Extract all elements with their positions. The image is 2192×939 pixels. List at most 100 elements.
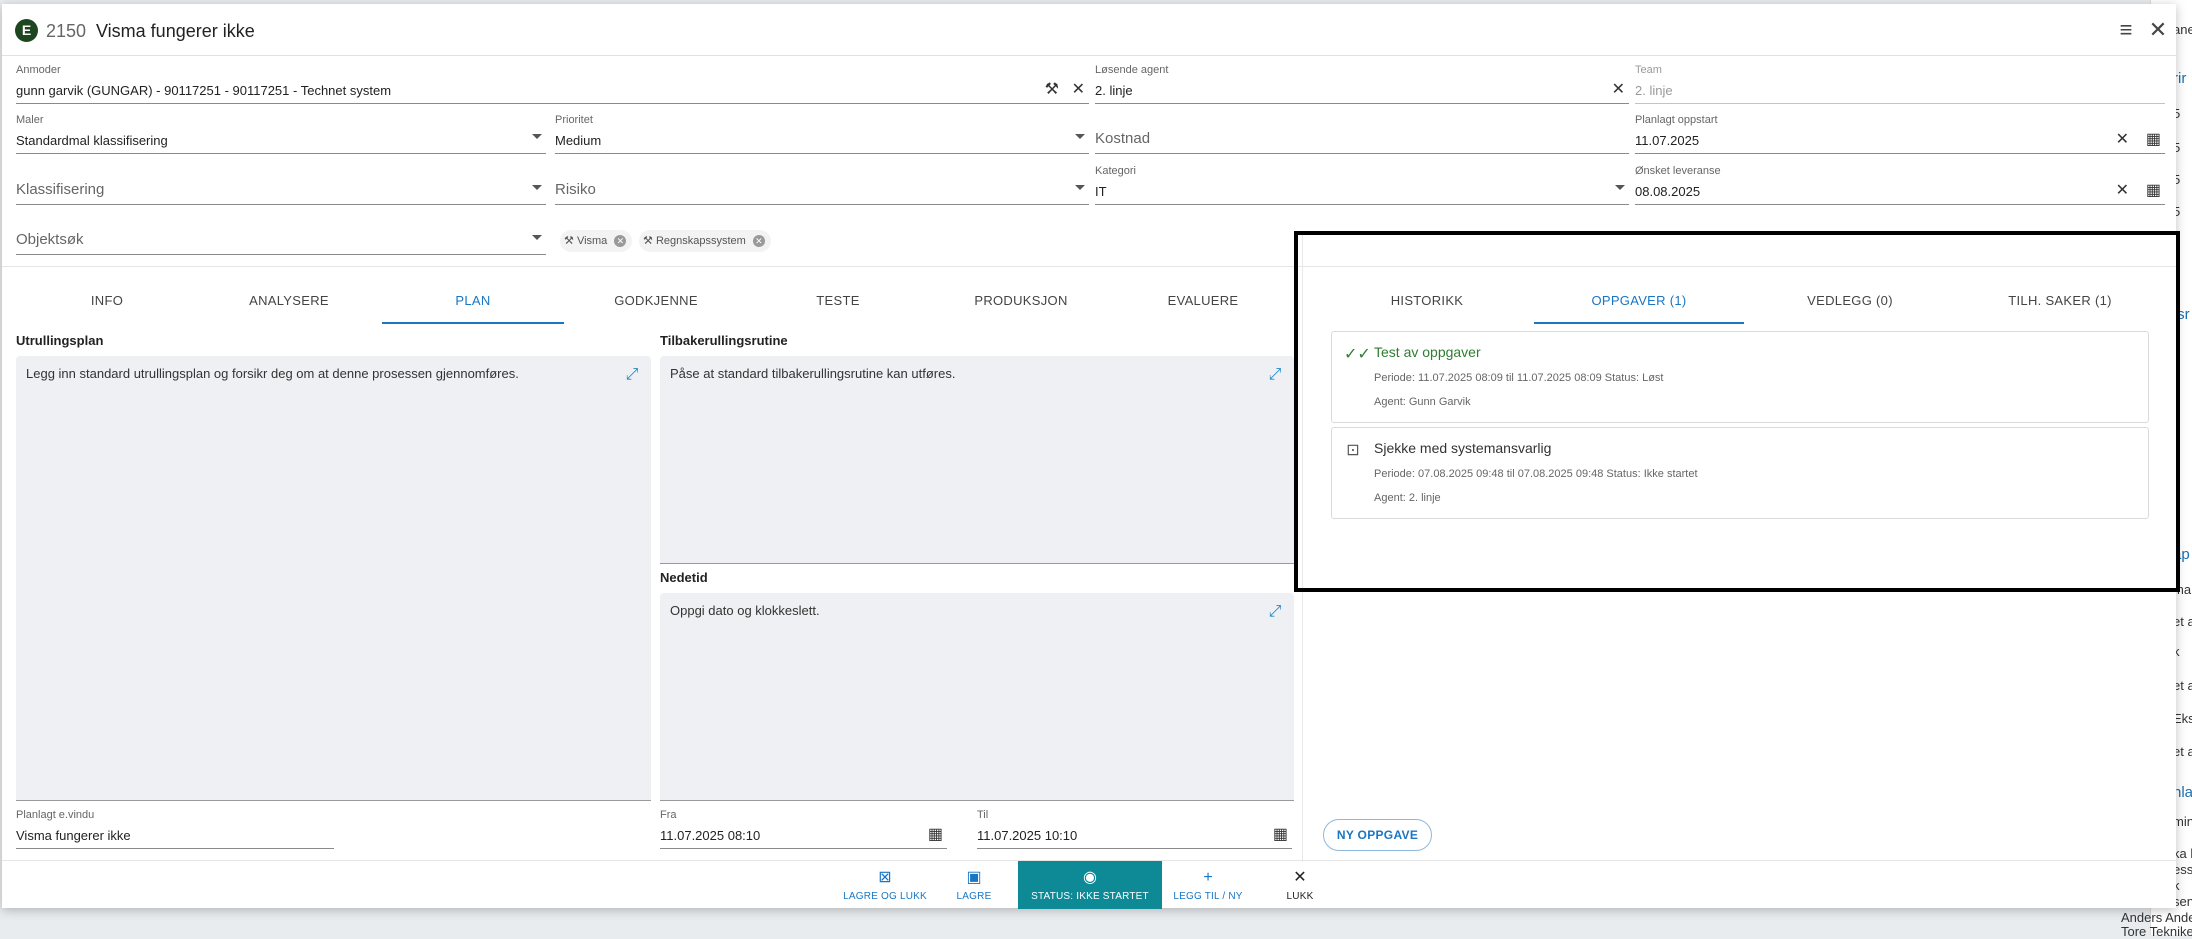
risiko-placeholder: Risiko xyxy=(555,181,596,198)
nedetid-title: Nedetid xyxy=(660,570,708,585)
til-field[interactable]: Til 11.07.2025 10:10 ▦ xyxy=(977,807,1292,849)
lagre-og-lukk-label: LAGRE OG LUKK xyxy=(843,891,927,902)
kategori-select[interactable]: Kategori IT xyxy=(1095,163,1629,205)
chevron-down-icon[interactable] xyxy=(532,134,542,139)
kategori-value: IT xyxy=(1095,184,1107,199)
ticket-type-badge: E xyxy=(15,19,38,42)
chip-label: Regnskapssystem xyxy=(655,235,746,247)
tab-info[interactable]: INFO xyxy=(16,282,198,324)
calendar-icon[interactable]: ▦ xyxy=(928,825,943,845)
utrullingsplan-text: Legg inn standard utrullingsplan og fors… xyxy=(26,366,519,381)
losende-agent-value: 2. linje xyxy=(1095,83,1133,98)
planlagt-evindu-field[interactable]: Planlagt e.vindu Visma fungerer ikke xyxy=(16,807,334,849)
anmoder-field[interactable]: Anmoder gunn garvik (GUNGAR) - 90117251 … xyxy=(16,62,1089,104)
object-chip[interactable]: ⚒ Regnskapssystem ✕ xyxy=(639,230,771,252)
til-label: Til xyxy=(977,809,989,821)
onsket-leveranse-field[interactable]: Ønsket leveranse 08.08.2025 ✕ ▦ xyxy=(1635,163,2165,205)
chevron-down-icon[interactable] xyxy=(1075,134,1085,139)
legg-til-ny-label: LEGG TIL / NY xyxy=(1173,891,1243,902)
prioritet-label: Prioritet xyxy=(555,114,593,126)
nedetid-textarea[interactable]: Oppgi dato og klokkeslett. ⤢ xyxy=(660,593,1294,801)
objektsok-placeholder: Objektsøk xyxy=(16,231,84,248)
anmoder-value: gunn garvik (GUNGAR) - 90117251 - 901172… xyxy=(16,83,392,98)
klassifisering-select[interactable]: Klassifisering xyxy=(16,163,546,205)
planlagt-evindu-label: Planlagt e.vindu xyxy=(16,809,95,821)
maler-label: Maler xyxy=(16,114,44,126)
lagre-button[interactable]: ▣ LAGRE xyxy=(944,865,1004,909)
ny-oppgave-button[interactable]: NY OPPGAVE xyxy=(1323,819,1432,851)
expand-icon[interactable]: ⤢ xyxy=(623,366,641,384)
utrullingsplan-title: Utrullingsplan xyxy=(16,333,104,348)
expand-icon[interactable]: ⤢ xyxy=(1266,366,1284,384)
status-button[interactable]: ◉ STATUS: IKKE STARTET xyxy=(1018,861,1162,909)
object-chip[interactable]: ⚒ Visma ✕ xyxy=(560,230,633,252)
tilbakerulling-title: Tilbakerullingsrutine xyxy=(660,333,788,348)
planlagt-oppstart-field[interactable]: Planlagt oppstart 11.07.2025 ✕ ▦ xyxy=(1635,112,2165,154)
klassifisering-placeholder: Klassifisering xyxy=(16,181,105,198)
tilbakerulling-text: Påse at standard tilbakerullingsrutine k… xyxy=(670,366,956,381)
til-value: 11.07.2025 10:10 xyxy=(977,828,1078,843)
close-icon[interactable]: ✕ xyxy=(2146,18,2170,42)
calendar-icon[interactable]: ▦ xyxy=(2146,130,2161,150)
tab-plan[interactable]: PLAN xyxy=(382,282,564,324)
clear-icon[interactable]: ✕ xyxy=(2116,130,2129,150)
tools-icon[interactable]: ⚒ xyxy=(1045,80,1059,100)
chip-remove-icon[interactable]: ✕ xyxy=(752,235,765,247)
dialog-header: E 2150 Visma fungerer ikke ≡ ✕ xyxy=(2,4,2176,56)
tab-evaluere[interactable]: EVALUERE xyxy=(1112,282,1294,324)
team-value: 2. linje xyxy=(1635,83,1673,98)
save-close-icon: ⊠ xyxy=(878,869,892,886)
chip-remove-icon[interactable]: ✕ xyxy=(614,235,627,247)
stop-circle-icon: ◉ xyxy=(1083,869,1097,886)
team-label: Team xyxy=(1635,64,1662,76)
calendar-icon[interactable]: ▦ xyxy=(1273,825,1288,845)
objektsok-select[interactable]: Objektsøk xyxy=(16,213,546,255)
anmoder-label: Anmoder xyxy=(16,64,61,76)
menu-icon[interactable]: ≡ xyxy=(2114,18,2138,42)
chevron-down-icon[interactable] xyxy=(532,235,542,240)
chevron-down-icon[interactable] xyxy=(1075,185,1085,190)
tab-godkjenne[interactable]: GODKJENNE xyxy=(565,282,747,324)
highlight-box xyxy=(1294,231,2180,592)
tilbakerulling-textarea[interactable]: Påse at standard tilbakerullingsrutine k… xyxy=(660,356,1294,564)
chevron-down-icon[interactable] xyxy=(1615,185,1625,190)
plus-icon: + xyxy=(1203,869,1213,886)
lagre-og-lukk-button[interactable]: ⊠ LAGRE OG LUKK xyxy=(840,865,930,909)
maler-value: Standardmal klassifisering xyxy=(16,133,168,148)
losende-agent-field[interactable]: Løsende agent 2. linje ✕ xyxy=(1095,62,1629,104)
phase-tabs: INFO ANALYSERE PLAN GODKJENNE TESTE PROD… xyxy=(16,282,1266,324)
ticket-number: 2150 xyxy=(46,21,87,41)
kategori-label: Kategori xyxy=(1095,165,1136,177)
fra-label: Fra xyxy=(660,809,677,821)
clear-icon[interactable]: ✕ xyxy=(2116,181,2129,201)
risiko-select[interactable]: Risiko xyxy=(555,163,1089,205)
fra-field[interactable]: Fra 11.07.2025 08:10 ▦ xyxy=(660,807,947,849)
lukk-button[interactable]: ✕ LUKK xyxy=(1270,865,1330,909)
planlagt-oppstart-value: 11.07.2025 xyxy=(1635,133,1700,148)
utrullingsplan-textarea[interactable]: Legg inn standard utrullingsplan og fors… xyxy=(16,356,651,801)
bg-text: Anders Anders xyxy=(2121,910,2192,925)
clear-icon[interactable]: ✕ xyxy=(1612,80,1625,100)
nedetid-text: Oppgi dato og klokkeslett. xyxy=(670,603,820,618)
legg-til-ny-button[interactable]: + LEGG TIL / NY xyxy=(1170,865,1246,909)
tools-icon: ⚒ xyxy=(643,235,653,247)
chip-label: Visma xyxy=(576,235,608,247)
chevron-down-icon[interactable] xyxy=(532,185,542,190)
tab-analysere[interactable]: ANALYSERE xyxy=(198,282,380,324)
fra-value: 11.07.2025 08:10 xyxy=(660,828,761,843)
kostnad-input[interactable]: Kostnad xyxy=(1095,112,1629,154)
planlagt-oppstart-label: Planlagt oppstart xyxy=(1635,114,1718,126)
bg-text: Tore Tekniker xyxy=(2121,924,2192,939)
losende-agent-label: Løsende agent xyxy=(1095,64,1169,76)
prioritet-select[interactable]: Prioritet Medium xyxy=(555,112,1089,154)
tab-teste[interactable]: TESTE xyxy=(747,282,929,324)
expand-icon[interactable]: ⤢ xyxy=(1266,603,1284,621)
prioritet-value: Medium xyxy=(555,133,602,148)
tab-produksjon[interactable]: PRODUKSJON xyxy=(930,282,1112,324)
onsket-leveranse-label: Ønsket leveranse xyxy=(1635,165,1721,177)
clear-icon[interactable]: ✕ xyxy=(1072,80,1085,100)
maler-select[interactable]: Maler Standardmal klassifisering xyxy=(16,112,546,154)
lagre-label: LAGRE xyxy=(956,891,992,902)
ticket-title: Visma fungerer ikke xyxy=(96,21,255,41)
calendar-icon[interactable]: ▦ xyxy=(2146,181,2161,201)
